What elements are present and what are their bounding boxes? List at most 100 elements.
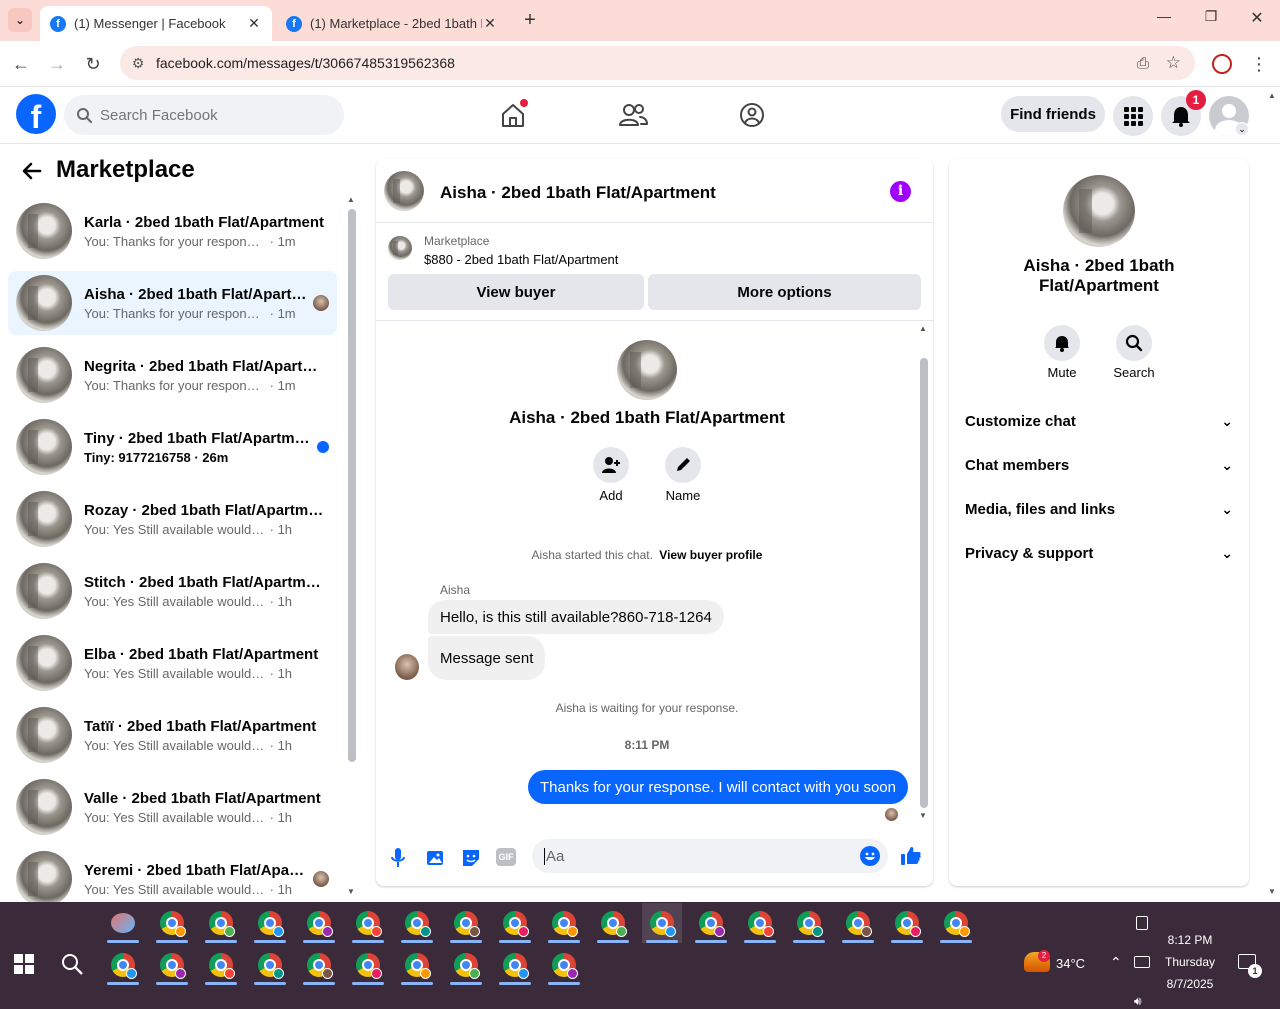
mute-button[interactable]	[1044, 325, 1080, 361]
chrome-profile-icon[interactable]	[250, 903, 290, 943]
close-tab-icon[interactable]: ✕	[246, 15, 262, 32]
chrome-profile-icon[interactable]	[299, 903, 339, 943]
sidebar-scroll-up[interactable]: ▲	[347, 195, 355, 204]
chrome-profile-icon[interactable]	[201, 945, 241, 985]
search-input[interactable]	[100, 106, 320, 124]
account-chevron-icon[interactable]: ⌄	[1235, 122, 1249, 136]
privacy-support-section[interactable]: Privacy & support ⌄	[965, 541, 1233, 565]
chrome-profile-icon[interactable]	[397, 945, 437, 985]
thumbs-up-icon[interactable]	[900, 845, 922, 867]
chrome-profile-icon[interactable]	[789, 903, 829, 943]
menu-kebab-icon[interactable]: ⋮	[1250, 51, 1268, 77]
install-app-icon[interactable]: ⎙	[1137, 55, 1149, 72]
message-composer[interactable]: Aa	[532, 839, 888, 873]
tab-search-button[interactable]: ⌄	[8, 8, 32, 32]
edit-name-button[interactable]	[665, 447, 701, 483]
chrome-profile-icon[interactable]	[446, 945, 486, 985]
tab-marketplace[interactable]: f (1) Marketplace - 2bed 1bath Flat/Apar…	[276, 6, 508, 41]
conversation-item[interactable]: Aisha · 2bed 1bath Flat/Apartment You: Th…	[8, 271, 337, 335]
chat-members-section[interactable]: Chat members ⌄	[965, 453, 1233, 477]
conversation-item[interactable]: Karla · 2bed 1bath Flat/Apartment You: Th…	[8, 199, 337, 263]
conversation-item[interactable]: Valle · 2bed 1bath Flat/Apartment You: Ye…	[8, 775, 337, 839]
chat-title[interactable]: Aisha · 2bed 1bath Flat/Apartment	[440, 183, 716, 203]
clock-time[interactable]: 8:12 PM	[1160, 933, 1220, 947]
close-window-button[interactable]: ✕	[1243, 8, 1271, 32]
listing-thumbnail[interactable]	[388, 236, 412, 260]
forward-icon[interactable]: →	[46, 53, 68, 75]
windows-start-icon[interactable]	[14, 954, 34, 974]
sidebar-scrollbar[interactable]	[348, 209, 356, 762]
chrome-profile-icon[interactable]	[838, 903, 878, 943]
voice-clip-icon[interactable]	[389, 847, 407, 869]
find-friends-button[interactable]: Find friends	[1001, 96, 1105, 132]
add-people-button[interactable]	[593, 447, 629, 483]
gif-icon[interactable]: GIF	[496, 848, 516, 866]
reload-icon[interactable]: ↻	[82, 53, 104, 75]
conversation-item[interactable]: Stitch · 2bed 1bath Flat/Apartment You: Y…	[8, 559, 337, 623]
sticker-icon[interactable]	[460, 847, 482, 869]
chrome-profile-icon[interactable]	[299, 945, 339, 985]
chrome-profile-icon[interactable]	[544, 945, 584, 985]
tray-chevron-icon[interactable]: ⌃	[1110, 954, 1122, 971]
tab-messenger[interactable]: f (1) Messenger | Facebook ✕	[40, 6, 272, 41]
conversation-item[interactable]: Rozay · 2bed 1bath Flat/Apartment You: Ye…	[8, 487, 337, 551]
site-info-icon[interactable]: ⚙	[120, 55, 156, 72]
minimize-button[interactable]: —	[1150, 8, 1178, 32]
chrome-profile-icon[interactable]	[936, 903, 976, 943]
search-in-chat-button[interactable]	[1116, 325, 1152, 361]
sidebar-scroll-down[interactable]: ▼	[347, 887, 355, 896]
network-icon[interactable]	[1134, 956, 1150, 968]
url-text[interactable]: facebook.com/messages/t/3066748531956236…	[156, 55, 455, 71]
chrome-profile-icon[interactable]	[152, 903, 192, 943]
taskbar-search-icon[interactable]	[60, 952, 84, 976]
listing-title[interactable]: $880 - 2bed 1bath Flat/Apartment	[424, 252, 618, 267]
chrome-profile-icon[interactable]	[397, 903, 437, 943]
conversation-item[interactable]: Elba · 2bed 1bath Flat/Apartment You: Yes…	[8, 631, 337, 695]
chat-avatar[interactable]	[384, 171, 424, 211]
back-icon[interactable]: ←	[10, 53, 32, 75]
chrome-profile-icon[interactable]	[103, 945, 143, 985]
home-icon[interactable]	[496, 98, 530, 132]
page-scroll-down[interactable]: ▼	[1268, 887, 1276, 896]
omnibox[interactable]: ⚙ facebook.com/messages/t/30667485319562…	[120, 46, 1195, 80]
chat-scroll-up[interactable]: ▲	[919, 324, 927, 333]
chrome-profile-icon[interactable]	[201, 903, 241, 943]
profile-icon[interactable]	[1212, 54, 1232, 74]
taskbar-app-icon[interactable]	[103, 903, 143, 943]
view-buyer-profile-link[interactable]: View buyer profile	[659, 548, 762, 562]
conversation-item[interactable]: Negrita · 2bed 1bath Flat/Apartment You: …	[8, 343, 337, 407]
menu-grid-icon[interactable]	[1113, 96, 1153, 136]
chat-scroll-down[interactable]: ▼	[919, 811, 927, 820]
incoming-message[interactable]: Hello, is this still available?860-718-1…	[428, 600, 724, 634]
restore-button[interactable]: ❐	[1197, 8, 1225, 32]
chrome-profile-icon[interactable]	[887, 903, 927, 943]
phone-link-icon[interactable]	[1136, 916, 1148, 930]
emoji-icon[interactable]	[860, 846, 880, 866]
chrome-profile-icon[interactable]	[152, 945, 192, 985]
groups-icon[interactable]	[735, 98, 769, 132]
media-files-links-section[interactable]: Media, files and links ⌄	[965, 497, 1233, 521]
page-scroll-up[interactable]: ▲	[1268, 91, 1276, 100]
search-box[interactable]	[64, 95, 344, 135]
incoming-message[interactable]: Message sent	[428, 636, 546, 680]
bookmark-star-icon[interactable]: ☆	[1166, 53, 1181, 73]
chrome-profile-icon[interactable]	[642, 903, 682, 943]
new-tab-button[interactable]: +	[518, 8, 542, 32]
chrome-profile-icon[interactable]	[446, 903, 486, 943]
composer-placeholder[interactable]: Aa	[544, 847, 564, 865]
intro-avatar[interactable]	[617, 340, 677, 400]
outgoing-message[interactable]: Thanks for your response. I will contact…	[527, 770, 908, 804]
chrome-profile-icon[interactable]	[495, 945, 535, 985]
friends-icon[interactable]	[616, 98, 650, 132]
clock-date[interactable]: 8/7/2025	[1160, 977, 1220, 991]
photo-icon[interactable]	[424, 847, 446, 869]
facebook-logo[interactable]: f	[16, 94, 56, 134]
weather-temp[interactable]: 34°C	[1056, 956, 1085, 971]
view-buyer-button[interactable]: View buyer	[388, 274, 644, 310]
chrome-profile-icon[interactable]	[495, 903, 535, 943]
chrome-profile-icon[interactable]	[250, 945, 290, 985]
chat-scrollbar[interactable]	[920, 358, 928, 808]
conversation-info-icon[interactable]: i	[890, 181, 911, 202]
conversation-item[interactable]: Tatïï · 2bed 1bath Flat/Apartment You: Ye…	[8, 703, 337, 767]
more-options-button[interactable]: More options	[648, 274, 921, 310]
